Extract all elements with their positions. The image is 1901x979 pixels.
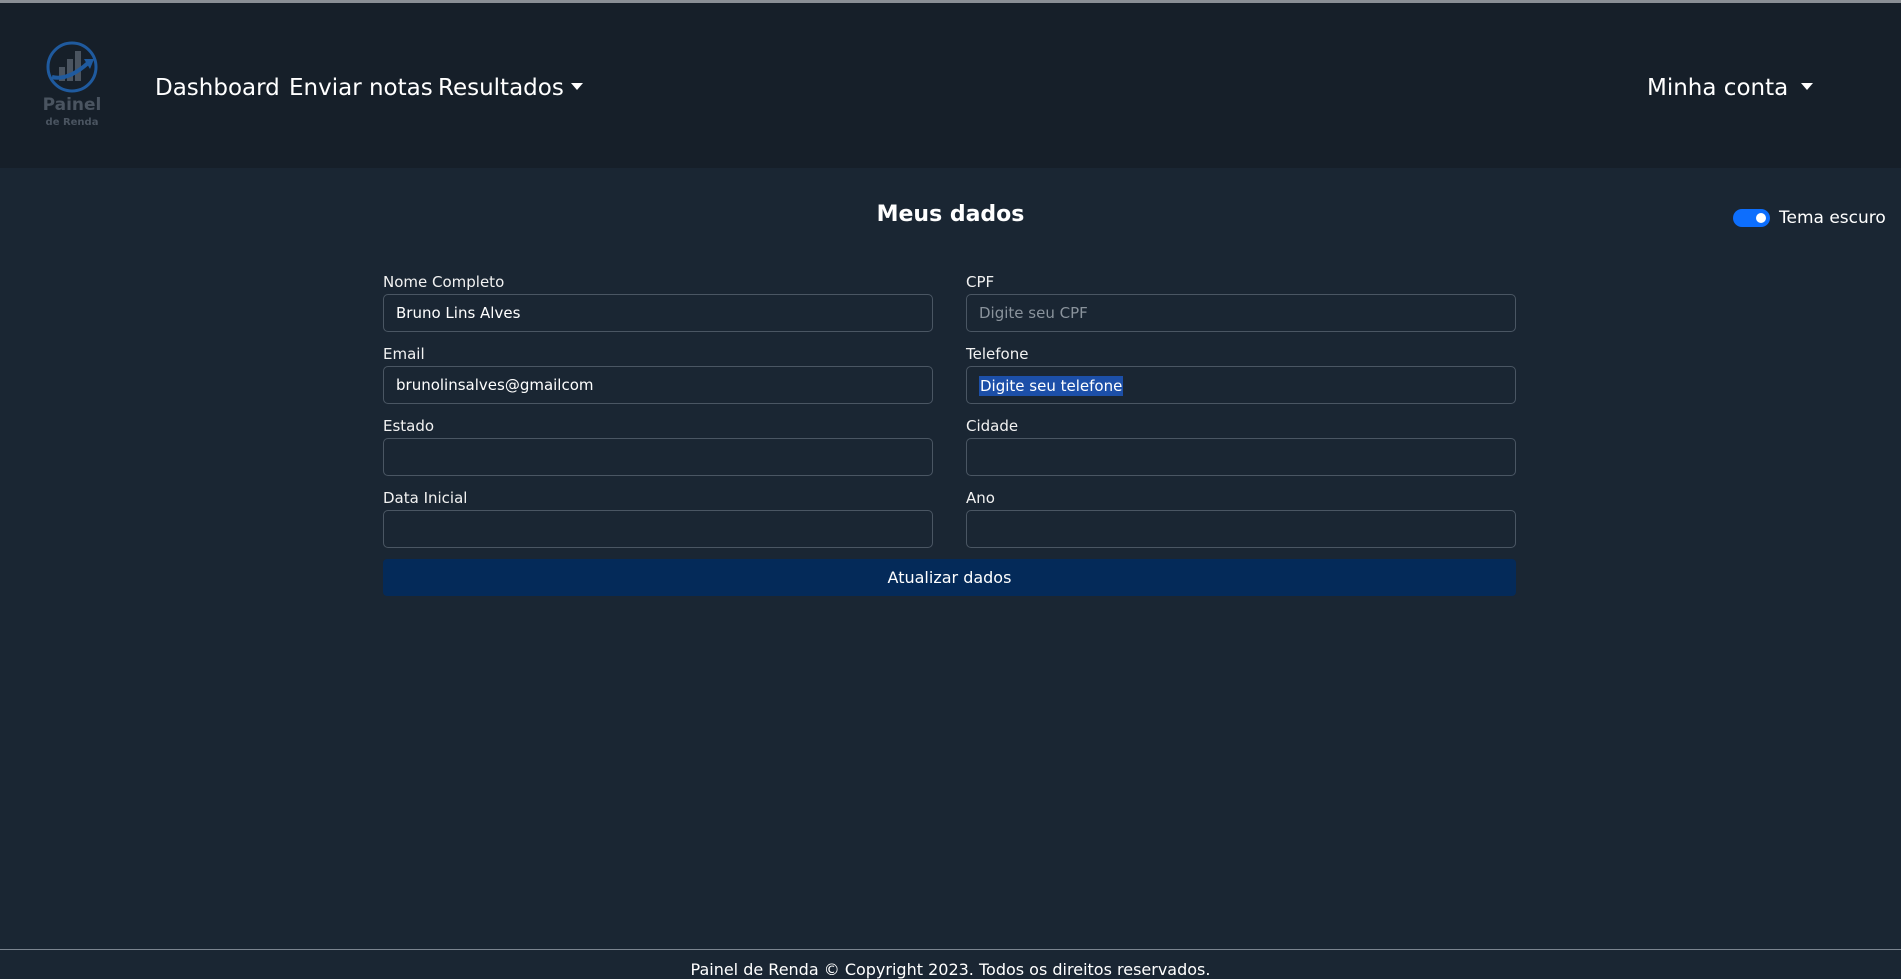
cpf-input[interactable] [966, 294, 1516, 332]
telefone-input[interactable] [966, 366, 1516, 404]
account-dropdown[interactable]: Minha conta [1647, 73, 1814, 103]
email-input[interactable] [383, 366, 933, 404]
chevron-down-icon [570, 83, 583, 90]
data-inicial-label: Data Inicial [383, 489, 468, 507]
data-inicial-input[interactable] [383, 510, 933, 548]
chevron-down-icon [1801, 83, 1814, 90]
theme-toggle[interactable]: Tema escuro [1733, 206, 1886, 230]
navbar: Painel de Renda Dashboard Enviar notas R… [0, 3, 1901, 168]
estado-input[interactable] [383, 438, 933, 476]
nav-enviar-notas[interactable]: Enviar notas [289, 73, 433, 103]
atualizar-dados-button[interactable]: Atualizar dados [383, 559, 1516, 596]
theme-toggle-label: Tema escuro [1779, 208, 1886, 228]
chart-logo-icon [46, 41, 98, 93]
logo-text-painel: Painel [42, 95, 102, 115]
nav-dashboard[interactable]: Dashboard [155, 73, 280, 103]
nome-label: Nome Completo [383, 273, 505, 291]
switch-knob [1756, 213, 1766, 223]
logo-text-de-renda: de Renda [45, 117, 99, 128]
theme-switch[interactable] [1733, 209, 1770, 227]
cidade-input[interactable] [966, 438, 1516, 476]
nome-input[interactable] [383, 294, 933, 332]
email-label: Email [383, 345, 425, 363]
cpf-label: CPF [966, 273, 995, 291]
ano-label: Ano [966, 489, 995, 507]
estado-label: Estado [383, 417, 435, 435]
ano-input[interactable] [966, 510, 1516, 548]
telefone-label: Telefone [966, 345, 1029, 363]
telefone-field: Digite seu telefone [966, 366, 1516, 404]
footer-divider [0, 949, 1901, 950]
brand-logo[interactable]: Painel de Renda [38, 41, 106, 131]
page-title: Meus dados [876, 202, 1025, 227]
account-label: Minha conta [1647, 75, 1789, 101]
nav-resultados-label: Resultados [438, 75, 564, 101]
footer-copyright: Painel de Renda © Copyright 2023. Todos … [690, 960, 1211, 979]
cidade-label: Cidade [966, 417, 1019, 435]
nav-resultados-dropdown[interactable]: Resultados [438, 73, 583, 103]
